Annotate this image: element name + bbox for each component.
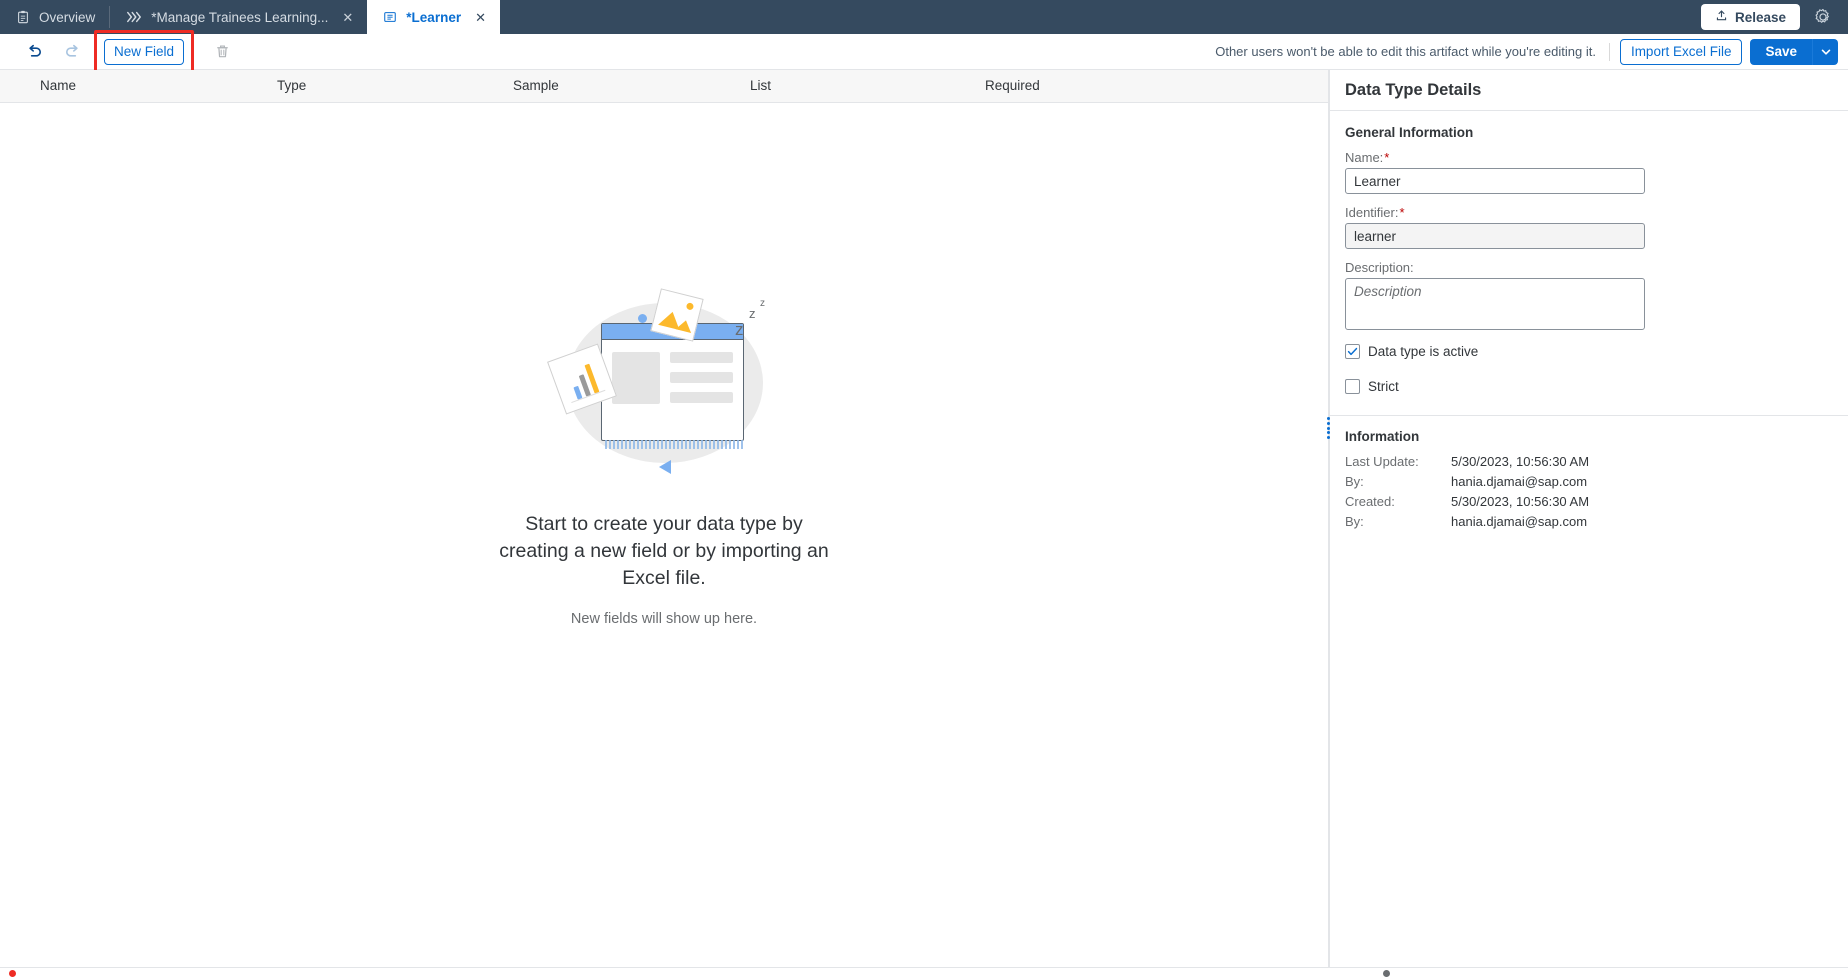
info-value: 5/30/2023, 10:56:30 AM: [1451, 454, 1589, 469]
checkbox-checked-icon[interactable]: [1345, 344, 1360, 359]
illustration-sun: [686, 302, 694, 310]
status-indicator-error: [9, 970, 16, 977]
chevron-down-icon[interactable]: [1812, 39, 1838, 65]
column-header-type[interactable]: Type: [277, 78, 306, 93]
info-key: Created:: [1345, 494, 1451, 509]
checkbox-unchecked-icon[interactable]: [1345, 379, 1360, 394]
window-actions: Release: [1701, 0, 1848, 34]
info-row-created-by: By: hania.djamai@sap.com: [1345, 514, 1848, 529]
toolbar-divider: [1609, 43, 1610, 61]
data-type-details-panel: Data Type Details General Information Na…: [1330, 70, 1848, 975]
info-row-updated-by: By: hania.djamai@sap.com: [1345, 474, 1848, 489]
release-label: Release: [1735, 10, 1786, 25]
column-header-list[interactable]: List: [750, 78, 771, 93]
editor-toolbar: New Field Other users won't be able to e…: [0, 34, 1848, 70]
column-header-sample[interactable]: Sample: [513, 78, 559, 93]
illustration-block: [612, 352, 660, 404]
save-button[interactable]: Save: [1750, 39, 1812, 65]
release-button[interactable]: Release: [1701, 4, 1800, 30]
empty-state-title: Start to create your data type by creati…: [494, 511, 834, 592]
information-section: Information Last Update: 5/30/2023, 10:5…: [1330, 416, 1848, 534]
tab-overview[interactable]: Overview: [0, 0, 109, 34]
identifier-field[interactable]: [1345, 223, 1645, 249]
window-tab-bar: Overview *Manage Trainees Learning... ✕ …: [0, 0, 1848, 34]
sleep-z-large: z: [735, 321, 744, 338]
column-header-required[interactable]: Required: [985, 78, 1040, 93]
info-key: By:: [1345, 474, 1451, 489]
column-header-name[interactable]: Name: [40, 78, 76, 93]
info-value: 5/30/2023, 10:56:30 AM: [1451, 494, 1589, 509]
sleep-z-small: z: [760, 299, 765, 309]
tab-close-icon[interactable]: ✕: [475, 11, 486, 24]
fields-pane: Name Type Sample List Required: [0, 70, 1328, 975]
info-value: hania.djamai@sap.com: [1451, 514, 1587, 529]
trash-icon[interactable]: [206, 39, 238, 65]
empty-state: z z z Start to create your data type by …: [0, 103, 1328, 970]
illustration-document-shadow: [605, 440, 745, 449]
name-field[interactable]: [1345, 168, 1645, 194]
clipboard-icon: [16, 10, 30, 24]
strict-label: Strict: [1368, 379, 1399, 394]
illustration-document: [601, 323, 744, 441]
redo-icon[interactable]: [56, 39, 88, 65]
illustration-mountain-small: [676, 318, 694, 333]
info-row-created: Created: 5/30/2023, 10:56:30 AM: [1345, 494, 1848, 509]
identifier-label-text: Identifier:: [1345, 205, 1398, 220]
general-information-heading: General Information: [1345, 125, 1848, 140]
info-key: Last Update:: [1345, 454, 1451, 469]
new-field-highlight: New Field: [104, 39, 184, 65]
new-field-button[interactable]: New Field: [104, 39, 184, 65]
status-indicator-secondary: [1383, 970, 1390, 977]
sleep-z-medium: z: [749, 307, 756, 320]
info-key: By:: [1345, 514, 1451, 529]
tab-manage-trainees-learning[interactable]: *Manage Trainees Learning... ✕: [110, 0, 367, 34]
editor-body: Name Type Sample List Required: [0, 70, 1848, 975]
required-marker: *: [1384, 150, 1389, 165]
empty-document-illustration: z z z: [549, 293, 779, 473]
info-value: hania.djamai@sap.com: [1451, 474, 1587, 489]
identifier-label: Identifier:*: [1345, 205, 1848, 220]
name-label-text: Name:: [1345, 150, 1383, 165]
editing-lock-note: Other users won't be able to edit this a…: [1215, 44, 1596, 59]
data-type-active-label: Data type is active: [1368, 344, 1478, 359]
page-title: Data Type Details: [1345, 81, 1481, 100]
tab-close-icon[interactable]: ✕: [342, 11, 353, 24]
upload-icon: [1715, 9, 1728, 25]
toolbar-right-actions: Other users won't be able to edit this a…: [1215, 39, 1838, 65]
name-label: Name:*: [1345, 150, 1848, 165]
tab-label: Overview: [39, 10, 95, 25]
gear-icon[interactable]: [1810, 4, 1836, 30]
fields-table-header: Name Type Sample List Required: [0, 70, 1328, 103]
illustration-triangle: [659, 460, 671, 474]
general-information-section: General Information Name:* Identifier:* …: [1330, 111, 1848, 414]
data-type-active-checkbox-row[interactable]: Data type is active: [1345, 344, 1848, 359]
panel-header: Data Type Details: [1330, 70, 1848, 111]
status-bar: [0, 967, 1848, 975]
tab-label: *Learner: [406, 10, 461, 25]
description-field[interactable]: [1345, 278, 1645, 330]
pane-splitter[interactable]: [1328, 70, 1330, 975]
illustration-lines: [670, 352, 733, 404]
required-marker: *: [1399, 205, 1404, 220]
tab-label: *Manage Trainees Learning...: [151, 10, 328, 25]
undo-icon[interactable]: [18, 39, 50, 65]
process-icon: [126, 10, 142, 24]
save-split-button: Save: [1750, 39, 1838, 65]
information-heading: Information: [1345, 429, 1848, 444]
description-label: Description:: [1345, 260, 1848, 275]
empty-state-subtitle: New fields will show up here.: [571, 611, 757, 627]
tab-learner[interactable]: *Learner ✕: [367, 0, 500, 34]
splitter-grip-icon[interactable]: [1325, 417, 1331, 439]
import-excel-file-button[interactable]: Import Excel File: [1620, 39, 1743, 65]
illustration-dot: [638, 314, 647, 323]
info-row-last-update: Last Update: 5/30/2023, 10:56:30 AM: [1345, 454, 1848, 469]
strict-checkbox-row[interactable]: Strict: [1345, 379, 1848, 394]
datatype-icon: [383, 10, 397, 24]
